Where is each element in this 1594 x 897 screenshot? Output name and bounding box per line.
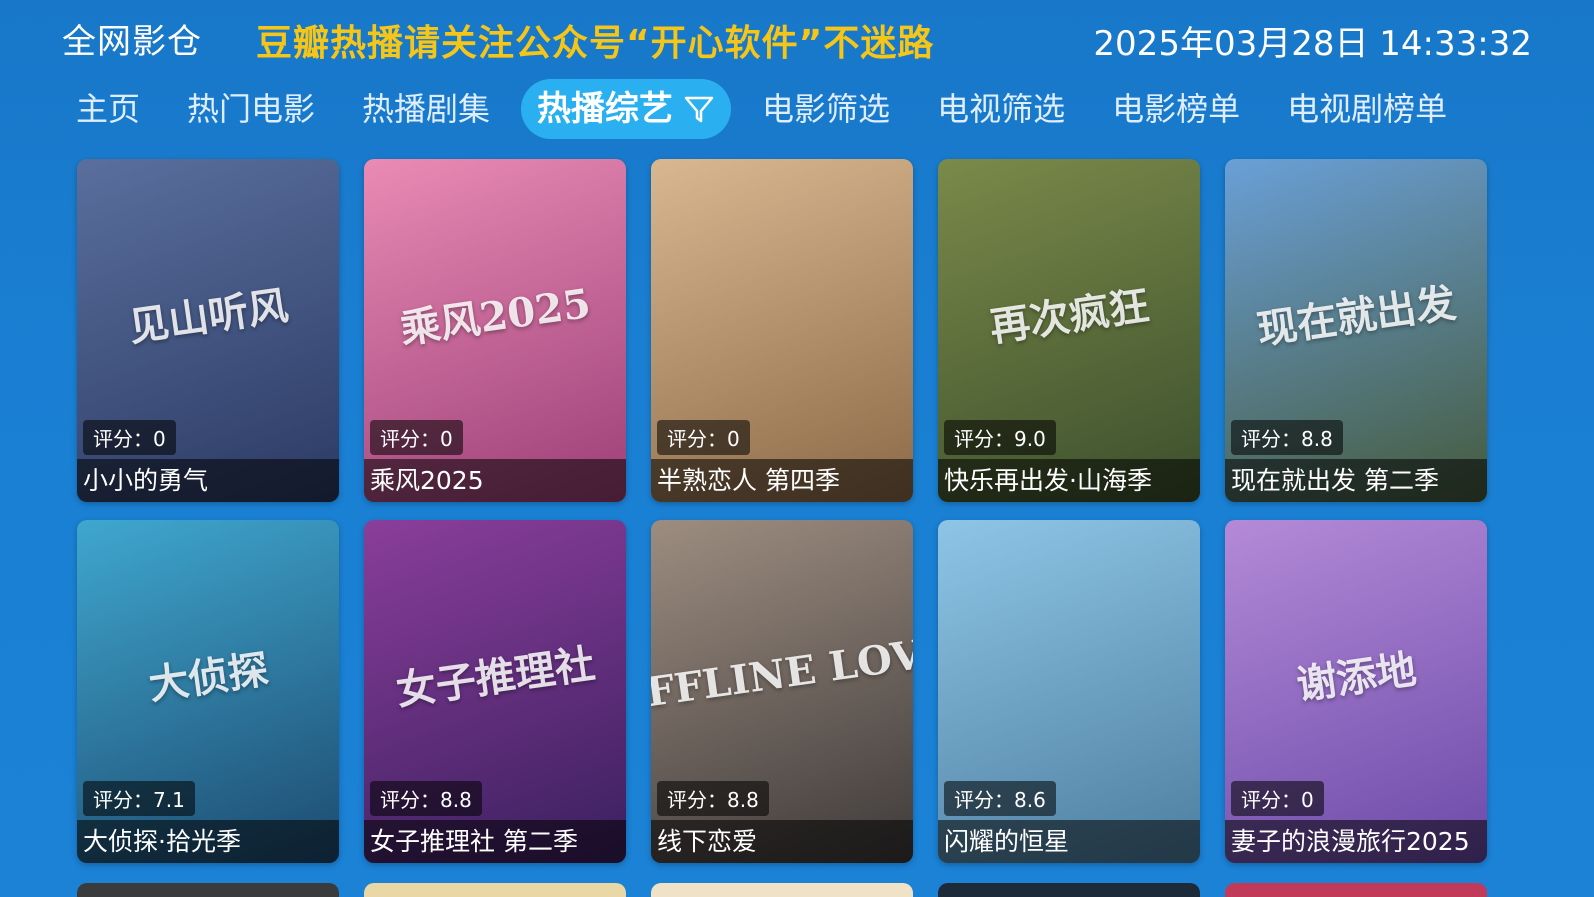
- tab-home[interactable]: 主页: [60, 79, 156, 139]
- show-title: 大侦探·拾光季: [77, 820, 339, 863]
- top-bar: 全网影仓 豆瓣热播请关注公众号“开心软件”不迷路 2025年03月28日 14:…: [0, 0, 1594, 78]
- show-title: 闪耀的恒星: [938, 820, 1200, 863]
- rating-badge: 评分：9.0: [944, 420, 1056, 455]
- rating-badge: 评分：0: [370, 420, 463, 455]
- datetime-clock: 2025年03月28日 14:33:32: [1093, 24, 1532, 64]
- tab-movie-ranking[interactable]: 电影榜单: [1096, 79, 1256, 139]
- category-nav: 主页 热门电影 热播剧集 热播综艺 电影筛选 电视筛选 电影榜单 电视剧榜单: [60, 78, 1478, 140]
- show-title: 线下恋爱: [651, 820, 913, 863]
- tab-label: 热播剧集: [362, 90, 491, 128]
- filter-icon[interactable]: [683, 93, 715, 125]
- show-card-partial[interactable]: [364, 883, 626, 897]
- show-title: 快乐再出发·山海季: [938, 459, 1200, 502]
- show-title: 妻子的浪漫旅行2025: [1225, 820, 1487, 863]
- tab-hot-movies[interactable]: 热门电影: [171, 79, 331, 139]
- tab-label: 电影榜单: [1112, 90, 1241, 128]
- tab-label: 电影筛选: [762, 90, 891, 128]
- show-title: 小小的勇气: [77, 459, 339, 502]
- tab-label: 电视筛选: [937, 90, 1066, 128]
- rating-badge: 评分：0: [1231, 781, 1324, 816]
- rating-badge: 评分：8.8: [1231, 420, 1343, 455]
- next-row-partial: [77, 883, 1487, 897]
- show-card-partial[interactable]: [938, 883, 1200, 897]
- notice-banner: 豆瓣热播请关注公众号“开心软件”不迷路: [256, 23, 935, 64]
- show-card[interactable]: 现在就出发 评分：8.8 现在就出发 第二季: [1225, 159, 1487, 502]
- show-card[interactable]: OFFLINE LOVE 评分：8.8 线下恋爱: [651, 520, 913, 863]
- rating-badge: 评分：8.8: [657, 781, 769, 816]
- rating-badge: 评分：0: [657, 420, 750, 455]
- app-title: 全网影仓: [62, 22, 202, 62]
- tab-label: 热播综艺: [537, 89, 674, 129]
- show-card[interactable]: 评分：8.6 闪耀的恒星: [938, 520, 1200, 863]
- show-title: 现在就出发 第二季: [1225, 459, 1487, 502]
- show-card-partial[interactable]: [1225, 883, 1487, 897]
- show-card[interactable]: 乘风2025 评分：0 乘风2025: [364, 159, 626, 502]
- show-card[interactable]: 评分：0 半熟恋人 第四季: [651, 159, 913, 502]
- show-title: 女子推理社 第二季: [364, 820, 626, 863]
- tab-label: 热门电影: [187, 90, 316, 128]
- show-card[interactable]: 女子推理社 评分：8.8 女子推理社 第二季: [364, 520, 626, 863]
- tab-movie-filter[interactable]: 电影筛选: [746, 79, 906, 139]
- rating-badge: 评分：8.8: [370, 781, 482, 816]
- rating-badge: 评分：0: [83, 420, 176, 455]
- show-title: 乘风2025: [364, 459, 626, 502]
- tab-label: 电视剧榜单: [1287, 90, 1448, 128]
- show-title: 半熟恋人 第四季: [651, 459, 913, 502]
- tab-label: 主页: [76, 90, 141, 128]
- rating-badge: 评分：8.6: [944, 781, 1056, 816]
- tab-tv-ranking[interactable]: 电视剧榜单: [1271, 79, 1463, 139]
- show-card-partial[interactable]: [651, 883, 913, 897]
- show-card-partial[interactable]: [77, 883, 339, 897]
- content-grid: 见山听风 评分：0 小小的勇气 乘风2025 评分：0 乘风2025 评分：0 半熟恋人 第四…: [77, 159, 1487, 863]
- tab-hot-series[interactable]: 热播剧集: [346, 79, 506, 139]
- show-card[interactable]: 谢添地 评分：0 妻子的浪漫旅行2025: [1225, 520, 1487, 863]
- show-card[interactable]: 再次疯狂 评分：9.0 快乐再出发·山海季: [938, 159, 1200, 502]
- rating-badge: 评分：7.1: [83, 781, 195, 816]
- tab-hot-variety[interactable]: 热播综艺: [521, 79, 732, 139]
- tab-tv-filter[interactable]: 电视筛选: [921, 79, 1081, 139]
- show-card[interactable]: 大侦探 评分：7.1 大侦探·拾光季: [77, 520, 339, 863]
- show-card[interactable]: 见山听风 评分：0 小小的勇气: [77, 159, 339, 502]
